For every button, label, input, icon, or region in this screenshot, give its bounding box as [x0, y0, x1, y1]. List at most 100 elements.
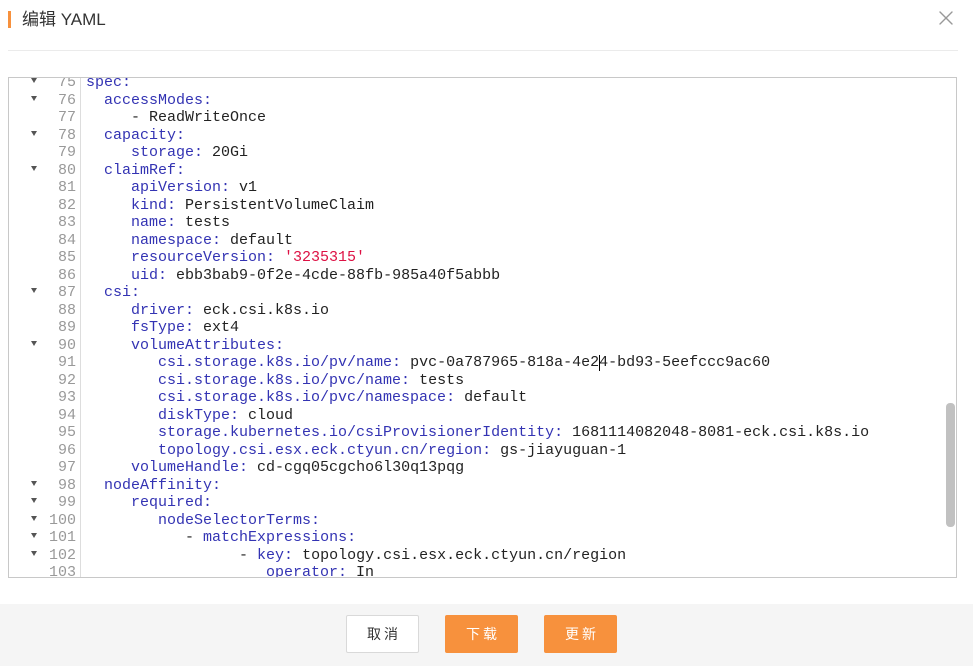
yaml-key[interactable]: required: [131, 494, 212, 511]
yaml-list-dash[interactable]: - [185, 529, 203, 546]
fold-arrow-icon[interactable] [31, 480, 37, 486]
yaml-key[interactable]: uid: [131, 267, 167, 284]
code-line[interactable]: diskType: cloud [81, 407, 956, 425]
yaml-editor[interactable]: 75 76 77 78 79 80 81 82 83 84 85 86 87 88 89 90 91 92 93 94… [8, 77, 957, 578]
fold-arrow-icon[interactable] [31, 288, 37, 293]
close-icon[interactable] [939, 11, 953, 25]
yaml-value[interactable]: default [455, 389, 527, 406]
yaml-key[interactable]: csi.storage.k8s.io/pvc/name: [158, 372, 410, 389]
line-number: 83 [57, 214, 76, 231]
fold-arrow-icon[interactable] [31, 533, 37, 538]
yaml-key[interactable]: csi: [104, 284, 140, 301]
yaml-list-dash[interactable]: - [131, 109, 149, 126]
yaml-value[interactable]: tests [410, 372, 464, 389]
code-line[interactable]: topology.csi.esx.eck.ctyun.cn/region: gs… [81, 442, 956, 460]
yaml-key[interactable]: storage.kubernetes.io/csiProvisionerIden… [158, 424, 563, 441]
yaml-value[interactable]: gs-jiayuguan-1 [491, 442, 626, 459]
yaml-key[interactable]: name: [131, 214, 176, 231]
code-line[interactable]: namespace: default [81, 232, 956, 250]
fold-arrow-icon[interactable] [31, 95, 37, 101]
code-line[interactable]: driver: eck.csi.k8s.io [81, 302, 956, 320]
yaml-key[interactable]: storage: [131, 144, 203, 161]
yaml-value[interactable]: In [347, 564, 374, 577]
yaml-value[interactable]: PersistentVolumeClaim [176, 197, 374, 214]
yaml-key[interactable]: csi.storage.k8s.io/pvc/namespace: [158, 389, 455, 406]
fold-arrow-icon[interactable] [31, 78, 37, 83]
yaml-key[interactable]: topology.csi.esx.eck.ctyun.cn/region: [158, 442, 491, 459]
code-line[interactable]: accessModes: [81, 92, 956, 110]
yaml-value[interactable]: ReadWriteOnce [149, 109, 266, 126]
yaml-key[interactable]: fsType: [131, 319, 194, 336]
yaml-value[interactable]: topology.csi.esx.eck.ctyun.cn/region [293, 547, 626, 564]
yaml-key[interactable]: apiVersion: [131, 179, 230, 196]
code-line[interactable]: resourceVersion: '3235315' [81, 249, 956, 267]
code-line[interactable]: storage.kubernetes.io/csiProvisionerIden… [81, 424, 956, 442]
yaml-string-value[interactable]: '3235315' [275, 249, 365, 266]
yaml-key[interactable]: claimRef: [104, 162, 185, 179]
yaml-value[interactable]: default [221, 232, 293, 249]
fold-arrow-icon[interactable] [31, 515, 37, 521]
fold-arrow-icon[interactable] [31, 550, 37, 556]
yaml-key[interactable]: csi.storage.k8s.io/pv/name: [158, 354, 401, 371]
download-button[interactable]: 下载 [445, 615, 518, 653]
code-line[interactable]: csi.storage.k8s.io/pv/name: pvc-0a787965… [81, 354, 956, 372]
code-line[interactable]: claimRef: [81, 162, 956, 180]
yaml-key[interactable]: kind: [131, 197, 176, 214]
yaml-key[interactable]: nodeAffinity: [104, 477, 221, 494]
code-line[interactable]: apiVersion: v1 [81, 179, 956, 197]
yaml-key[interactable]: spec: [86, 78, 131, 91]
code-line[interactable]: uid: ebb3bab9-0f2e-4cde-88fb-985a40f5abb… [81, 267, 956, 285]
yaml-value[interactable]: cloud [239, 407, 293, 424]
text-cursor [599, 355, 600, 371]
code-line[interactable]: volumeHandle: cd-cgq05cgcho6l30q13pqg [81, 459, 956, 477]
yaml-key[interactable]: accessModes: [104, 92, 212, 109]
code-line[interactable]: nodeSelectorTerms: [81, 512, 956, 530]
editor-scrollbar-thumb[interactable] [946, 403, 955, 527]
yaml-value[interactable]: 1681114082048-8081-eck.csi.k8s.io [563, 424, 869, 441]
yaml-value[interactable]: cd-cgq05cgcho6l30q13pqg [248, 459, 464, 476]
code-line[interactable]: capacity: [81, 127, 956, 145]
yaml-key[interactable]: driver: [131, 302, 194, 319]
code-line[interactable]: csi: [81, 284, 956, 302]
code-line[interactable]: kind: PersistentVolumeClaim [81, 197, 956, 215]
code-line[interactable]: - key: topology.csi.esx.eck.ctyun.cn/reg… [81, 547, 956, 565]
yaml-value[interactable]: v1 [230, 179, 257, 196]
code-line[interactable]: required: [81, 494, 956, 512]
code-line[interactable]: fsType: ext4 [81, 319, 956, 337]
code-line[interactable]: - matchExpressions: [81, 529, 956, 547]
yaml-key[interactable]: operator: [266, 564, 347, 577]
yaml-value[interactable]: pvc-0a787965-818a-4e24-bd93-5eefccc9ac60 [401, 354, 770, 371]
yaml-key[interactable]: volumeHandle: [131, 459, 248, 476]
yaml-value[interactable]: ext4 [194, 319, 239, 336]
code-line[interactable]: - ReadWriteOnce [81, 109, 956, 127]
yaml-key[interactable]: nodeSelectorTerms: [158, 512, 320, 529]
yaml-key[interactable]: capacity: [104, 127, 185, 144]
yaml-key[interactable]: namespace: [131, 232, 221, 249]
yaml-value[interactable]: eck.csi.k8s.io [194, 302, 329, 319]
code-line[interactable]: spec: [81, 78, 956, 92]
yaml-key[interactable]: diskType: [158, 407, 239, 424]
yaml-key[interactable]: key: [257, 547, 293, 564]
yaml-key[interactable]: volumeAttributes: [131, 337, 284, 354]
code-line[interactable]: operator: In [81, 564, 956, 577]
cancel-button[interactable]: 取消 [346, 615, 419, 653]
yaml-value[interactable]: 20Gi [203, 144, 248, 161]
fold-arrow-icon[interactable] [31, 498, 37, 503]
code-line[interactable]: nodeAffinity: [81, 477, 956, 495]
code-line[interactable]: csi.storage.k8s.io/pvc/namespace: defaul… [81, 389, 956, 407]
code-line[interactable]: storage: 20Gi [81, 144, 956, 162]
code-line[interactable]: name: tests [81, 214, 956, 232]
code-area[interactable]: spec: accessModes: - ReadWriteOnce capac… [81, 78, 956, 577]
code-line[interactable]: volumeAttributes: [81, 337, 956, 355]
yaml-key[interactable]: resourceVersion: [131, 249, 275, 266]
fold-arrow-icon[interactable] [31, 165, 37, 171]
yaml-value[interactable]: ebb3bab9-0f2e-4cde-88fb-985a40f5abbb [167, 267, 500, 284]
fold-arrow-icon[interactable] [31, 340, 37, 346]
fold-arrow-icon[interactable] [31, 130, 37, 136]
yaml-value[interactable]: tests [176, 214, 230, 231]
yaml-list-dash[interactable]: - [239, 547, 257, 564]
code-line[interactable]: csi.storage.k8s.io/pvc/name: tests [81, 372, 956, 390]
update-button[interactable]: 更新 [544, 615, 617, 653]
yaml-key[interactable]: matchExpressions: [203, 529, 356, 546]
code-lines[interactable]: spec: accessModes: - ReadWriteOnce capac… [81, 78, 956, 577]
